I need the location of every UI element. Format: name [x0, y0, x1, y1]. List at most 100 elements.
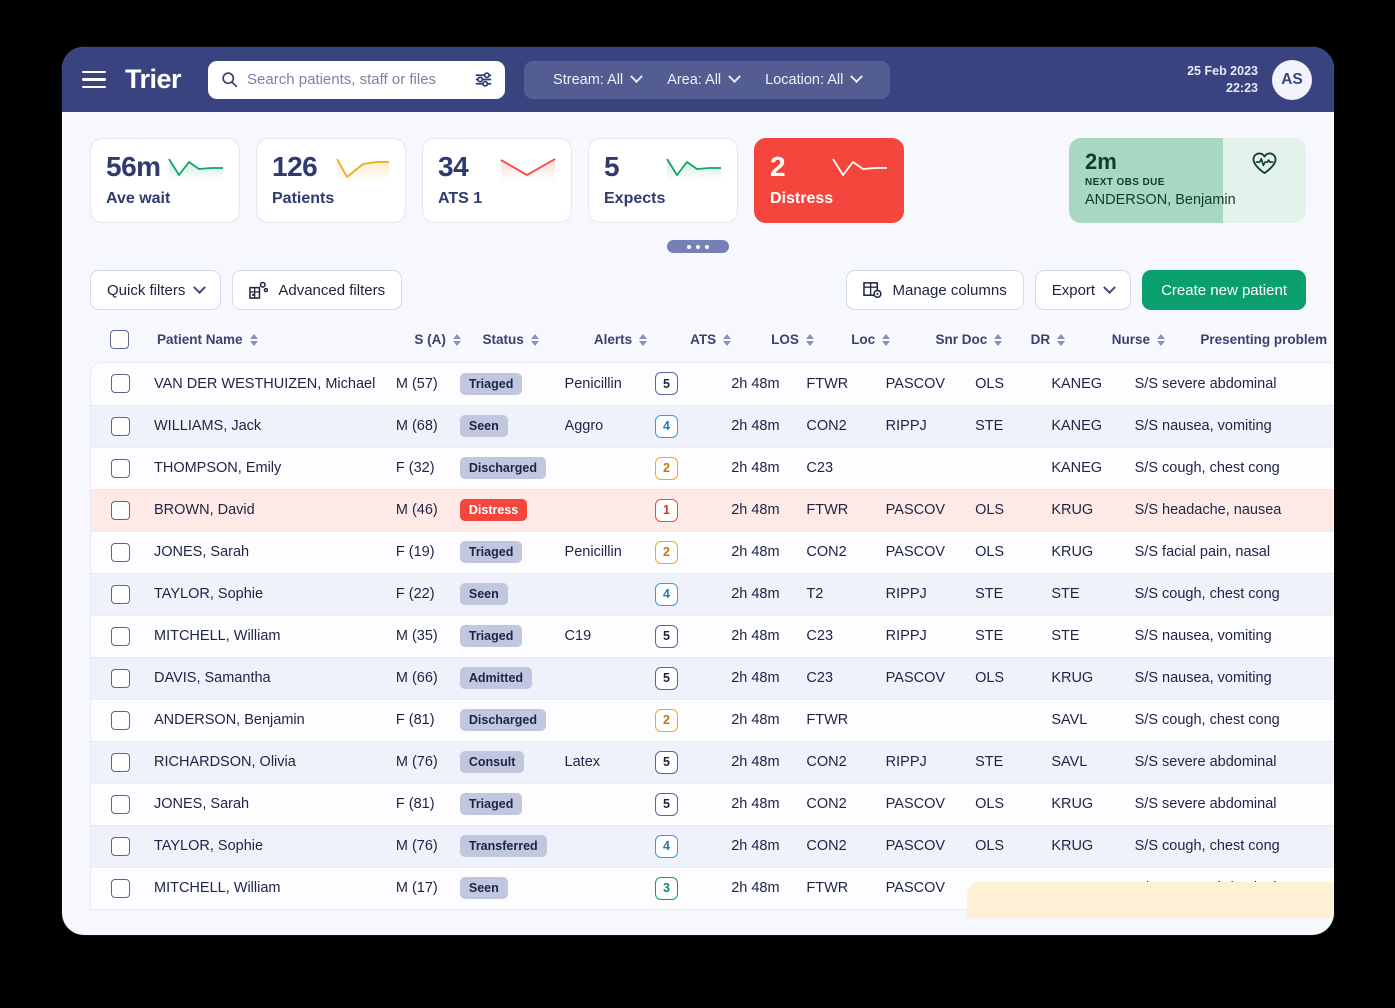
filter-stream[interactable]: Stream: All [540, 70, 654, 88]
select-all-checkbox[interactable] [110, 330, 129, 349]
th-sa[interactable]: S (A) [414, 330, 482, 362]
row-checkbox[interactable] [111, 626, 130, 646]
kpi-card-distress[interactable]: 2 Distress [754, 138, 904, 223]
row-checkbox[interactable] [111, 416, 130, 436]
cell-los: 2h 48m [731, 446, 807, 489]
kpi-card-ats1[interactable]: 34 ATS 1 [422, 138, 572, 223]
table-row[interactable]: ANDERSON, Benjamin F (81) Discharged 2 2h 48… [91, 698, 1334, 741]
quick-filters-button[interactable]: Quick filters [90, 270, 222, 310]
dr-value: STE [975, 418, 1004, 434]
sort-icon[interactable] [1157, 333, 1166, 346]
cell-los: 2h 48m [731, 614, 807, 657]
bottom-toast[interactable] [967, 882, 1334, 918]
row-checkbox[interactable] [111, 500, 130, 520]
cell-alerts: Latex [564, 740, 655, 783]
ats-badge: 5 [654, 750, 678, 774]
advanced-filters-button[interactable]: Advanced filters [232, 270, 403, 310]
dr-value: OLS [975, 796, 1005, 812]
table-row[interactable]: JONES, Sarah F (19) Triaged Penicillin 2 2h 4… [91, 530, 1334, 573]
table-row[interactable]: THOMPSON, Emily F (32) Discharged 2 2h 48m C2… [91, 446, 1334, 489]
filter-location[interactable]: Location: All [752, 70, 874, 88]
ats-badge: 4 [654, 414, 678, 438]
sort-icon[interactable] [1057, 333, 1066, 346]
panel-drag-handle[interactable] [667, 240, 729, 253]
table-row[interactable]: MITCHELL, William M (35) Triaged C19 5 2h 48m… [91, 614, 1334, 657]
table-row[interactable]: BROWN, David M (46) Distress 1 2h 48m FTWR PAS… [91, 488, 1334, 531]
sort-icon[interactable] [639, 333, 648, 346]
alert-text: Penicillin [564, 544, 622, 560]
th-presenting-problem[interactable]: Presenting problem [1200, 330, 1334, 362]
cell-los: 2h 48m [731, 698, 807, 741]
sort-icon[interactable] [805, 333, 814, 346]
table-row[interactable]: DAVIS, Samantha M (66) Admitted 5 2h 48m C23 P… [91, 656, 1334, 699]
sort-icon[interactable] [994, 333, 1003, 346]
th-status[interactable]: Status [482, 330, 593, 362]
kpi-value: 2 [770, 151, 786, 182]
th-dr[interactable]: DR [1031, 330, 1112, 362]
cell-patient-name: TAYLOR, Sophie [154, 824, 396, 867]
cell-ats: 5 [654, 363, 731, 405]
th-snr-doc[interactable]: Snr Doc [936, 330, 1031, 362]
row-checkbox[interactable] [111, 836, 130, 856]
sort-icon[interactable] [452, 333, 461, 346]
table-row[interactable]: TAYLOR, Sophie M (76) Transferred 4 2h 48m CO… [91, 824, 1334, 867]
patient-name: ANDERSON, Benjamin [154, 712, 305, 728]
snr-doc-value: RIPPJ [885, 586, 927, 602]
table-row[interactable]: JONES, Sarah F (81) Triaged 5 2h 48m CON2 PASC… [91, 782, 1334, 825]
manage-columns-button[interactable]: Manage columns [846, 270, 1024, 310]
filter-area[interactable]: Area: All [654, 70, 752, 88]
th-patient-name[interactable]: Patient Name [157, 330, 414, 362]
chevron-down-icon [728, 70, 742, 84]
table-row[interactable]: WILLIAMS, Jack M (68) Seen Aggro 4 2h 48m CON2… [91, 404, 1334, 447]
kpi-card-patients[interactable]: 126 Patients [256, 138, 406, 223]
cell-ats: 2 [654, 698, 732, 741]
row-checkbox[interactable] [111, 374, 130, 394]
th-loc[interactable]: Loc [851, 330, 935, 362]
row-checkbox[interactable] [111, 878, 130, 898]
create-new-patient-button[interactable]: Create new patient [1142, 270, 1306, 310]
sort-icon[interactable] [530, 333, 539, 346]
kpi-card-ave-wait[interactable]: 56m Ave wait [90, 138, 240, 223]
th-ats[interactable]: ATS [690, 330, 771, 362]
sort-icon[interactable] [723, 333, 732, 346]
row-checkbox[interactable] [111, 542, 130, 562]
loc-value: FTWR [806, 375, 849, 392]
row-checkbox[interactable] [111, 794, 130, 814]
sort-icon[interactable] [882, 333, 891, 346]
patient-table-body-card: VAN DER WESTHUIZEN, Michael M (57) Triaged… [90, 362, 1334, 910]
hamburger-icon[interactable] [82, 70, 106, 89]
ats-badge: 4 [654, 582, 678, 606]
los-value: 2h 48m [731, 544, 780, 560]
row-checkbox[interactable] [111, 668, 130, 688]
cell-loc: C23 [806, 656, 886, 699]
kpi-card-expects[interactable]: 5 Expects [588, 138, 738, 223]
advanced-filters-label: Advanced filters [278, 281, 386, 299]
cell-sa: M (57) [396, 363, 460, 405]
sliders-icon[interactable] [474, 71, 493, 88]
cell-select [91, 488, 154, 531]
row-checkbox[interactable] [111, 710, 130, 730]
th-los[interactable]: LOS [771, 330, 851, 362]
th-alerts[interactable]: Alerts [594, 330, 690, 362]
patient-name: DAVIS, Samantha [154, 670, 271, 686]
row-checkbox[interactable] [111, 752, 130, 772]
table-row[interactable]: RICHARDSON, Olivia M (76) Consult Latex 5 2h … [91, 740, 1334, 783]
presenting-problem-value: S/S cough, chest cong [1134, 712, 1280, 728]
row-checkbox[interactable] [111, 584, 130, 604]
cell-patient-name: JONES, Sarah [154, 530, 396, 573]
export-button[interactable]: Export [1034, 270, 1132, 310]
avatar[interactable]: AS [1272, 59, 1312, 100]
nurse-value: KANEG [1051, 418, 1103, 434]
cell-nurse: STE [1051, 572, 1135, 615]
next-obs-card[interactable]: 2m NEXT OBS DUE ANDERSON, Benjamin [1069, 138, 1306, 223]
kpi-value: 5 [604, 151, 620, 182]
table-row[interactable]: TAYLOR, Sophie F (22) Seen 4 2h 48m T2 RIPPJ ST… [91, 572, 1334, 615]
cell-nurse: KRUG [1051, 824, 1135, 867]
status-badge: Consult [459, 751, 525, 773]
sort-icon[interactable] [249, 333, 258, 346]
row-checkbox[interactable] [111, 458, 130, 478]
table-row[interactable]: VAN DER WESTHUIZEN, Michael M (57) Triaged… [91, 363, 1334, 405]
cell-nurse: KRUG [1051, 488, 1135, 531]
search-input[interactable]: Search patients, staff or files [208, 60, 506, 99]
th-nurse[interactable]: Nurse [1112, 330, 1201, 362]
